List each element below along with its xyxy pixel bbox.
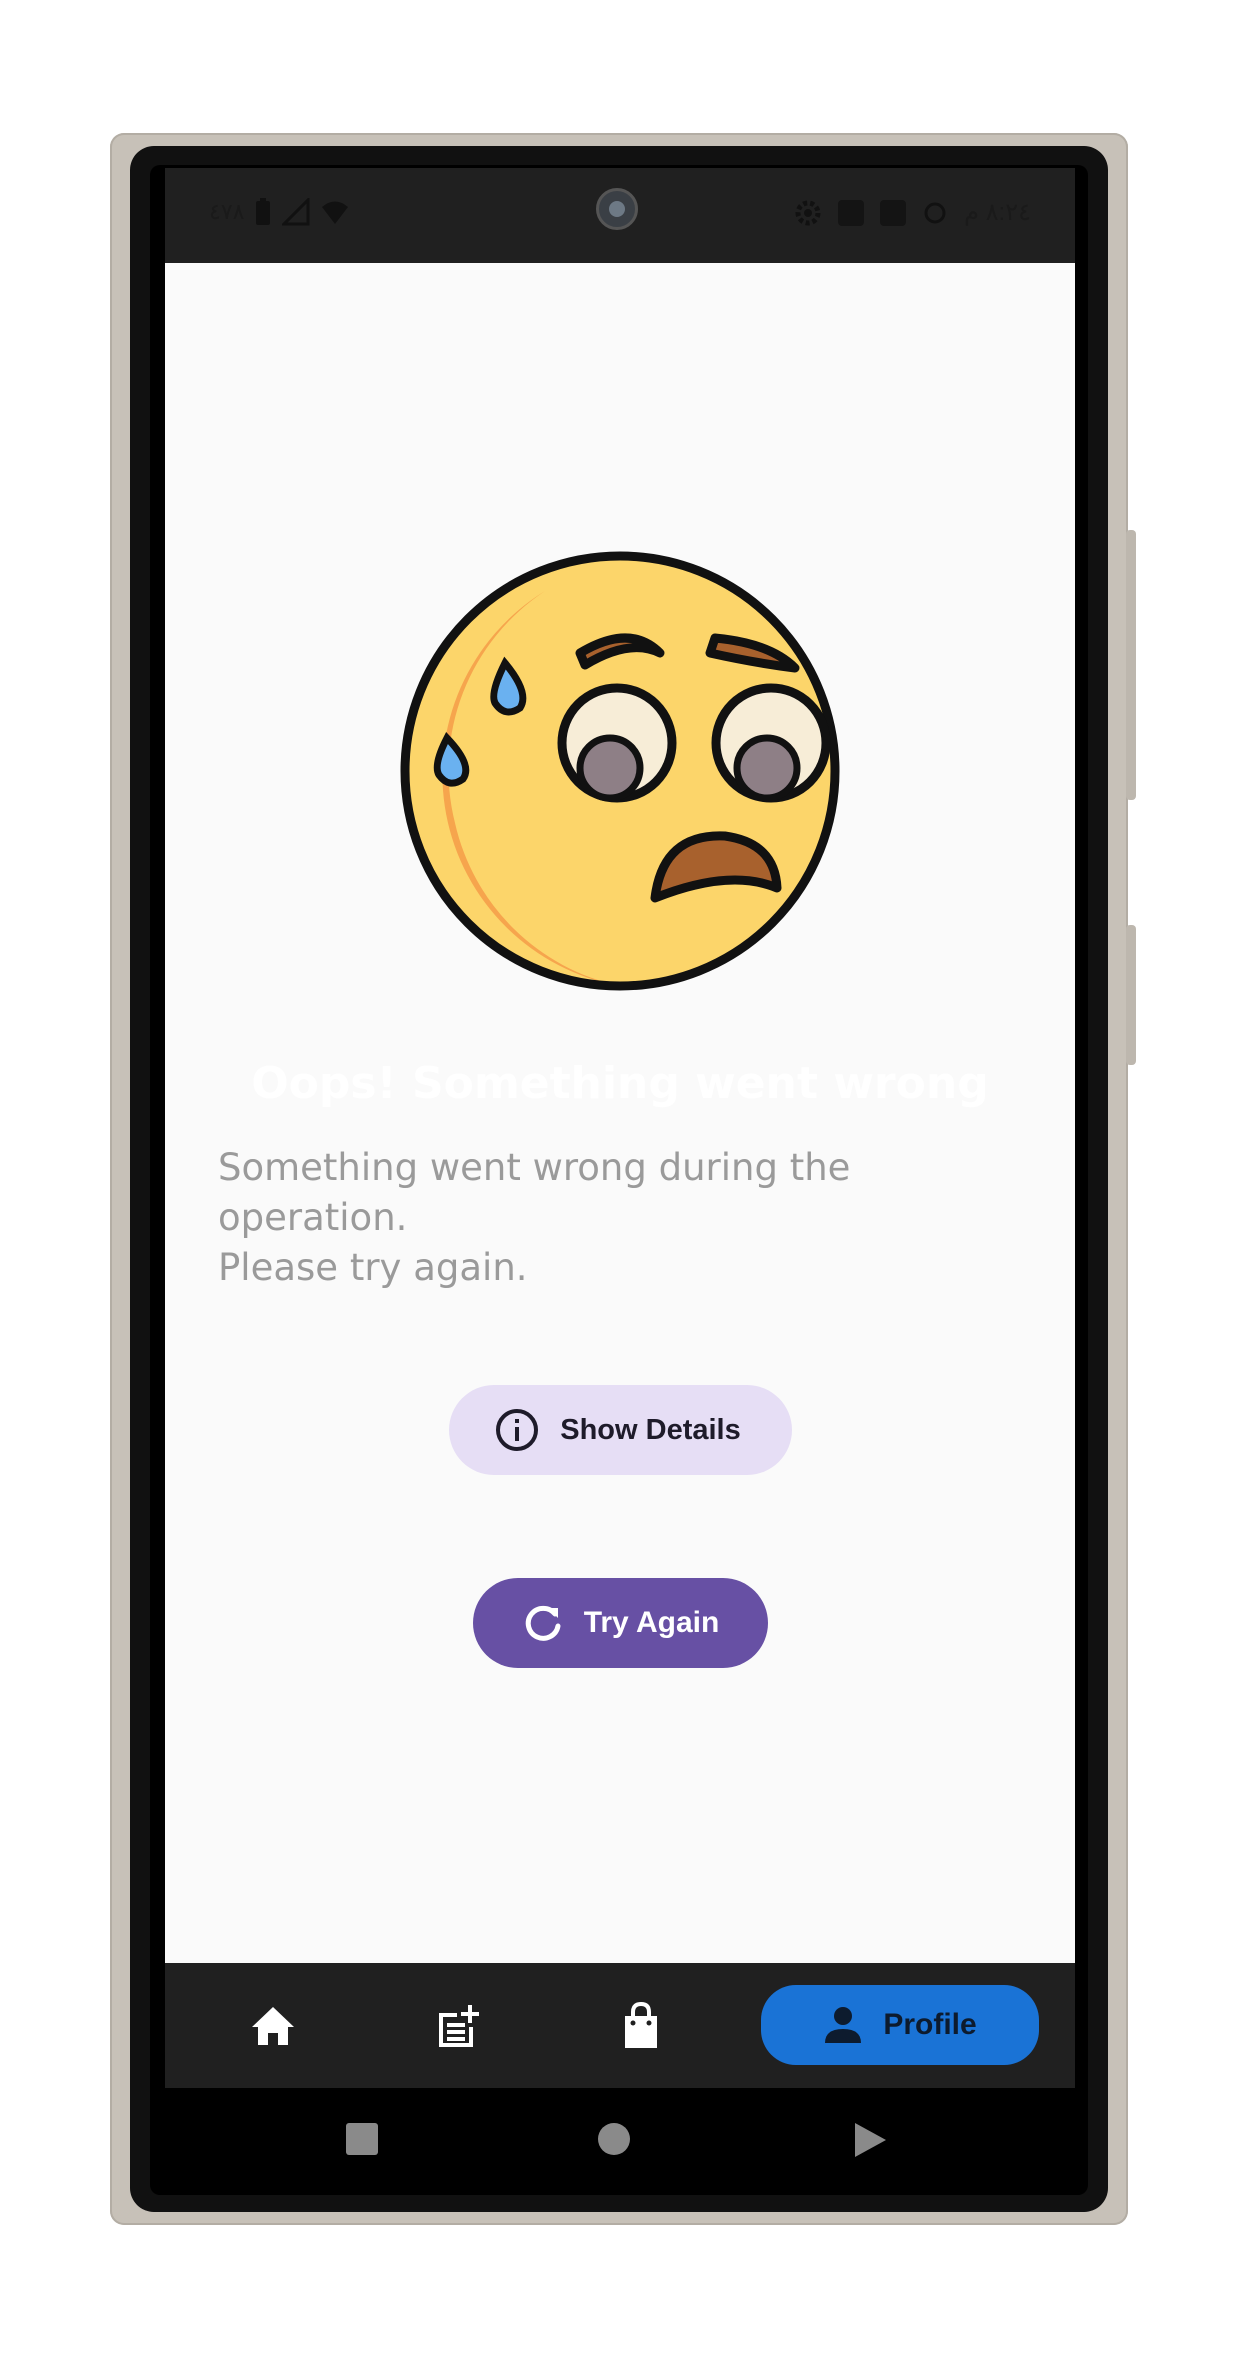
nav-item-post-add[interactable] <box>410 1991 506 2061</box>
square-icon <box>346 2123 378 2155</box>
status-right: ٨:٢٤ م <box>794 198 1031 227</box>
battery-percent: ٤٧٨ <box>209 199 245 224</box>
system-nav-bar <box>165 2088 1075 2188</box>
nav-profile-label: Profile <box>883 2008 977 2041</box>
error-message-line: Please try again. <box>218 1246 528 1289</box>
settings-icon <box>795 200 821 225</box>
error-title: Oops! Something went wrong <box>251 1058 989 1109</box>
person-icon <box>825 2007 862 2043</box>
error-message-line: operation. <box>218 1196 408 1239</box>
nav-item-profile[interactable]: Profile <box>761 1985 1039 2065</box>
home-icon <box>252 2007 294 2045</box>
worried-face-icon <box>400 551 840 991</box>
wifi-icon <box>322 201 349 224</box>
facebook-icon <box>880 199 907 226</box>
facebook-icon <box>838 199 865 226</box>
front-camera <box>596 188 638 230</box>
battery-icon <box>256 198 271 225</box>
show-details-button[interactable]: Show Details <box>449 1385 792 1475</box>
error-message: Something went wrong during the operatio… <box>218 1143 978 1293</box>
back-button[interactable] <box>853 2122 887 2163</box>
error-message-line: Something went wrong during the <box>218 1146 851 1189</box>
recents-button[interactable] <box>345 2122 379 2161</box>
try-again-label: Try Again <box>583 1606 720 1639</box>
play-triangle-icon <box>855 2123 886 2157</box>
show-details-label: Show Details <box>560 1413 741 1446</box>
clock-text: ٨:٢٤ م <box>964 199 1031 226</box>
nav-item-home[interactable] <box>225 1991 321 2061</box>
phone-side-button <box>1126 530 1136 800</box>
sync-icon <box>924 202 946 223</box>
post-add-icon <box>439 2005 479 2047</box>
phone-side-button <box>1126 925 1136 1065</box>
circle-icon <box>598 2123 630 2155</box>
shopping-bag-icon <box>625 2002 657 2048</box>
status-left: ٤٧٨ <box>209 198 350 226</box>
app-screen: Oops! Something went wrong Something wen… <box>165 263 1075 1963</box>
signal-icon <box>282 198 310 226</box>
nav-item-shop[interactable] <box>593 1991 689 2061</box>
info-icon <box>496 1409 539 1451</box>
try-again-button[interactable]: Try Again <box>473 1578 768 1668</box>
home-button[interactable] <box>597 2122 631 2161</box>
bottom-nav: Profile <box>165 1963 1075 2088</box>
refresh-icon <box>525 1605 561 1641</box>
